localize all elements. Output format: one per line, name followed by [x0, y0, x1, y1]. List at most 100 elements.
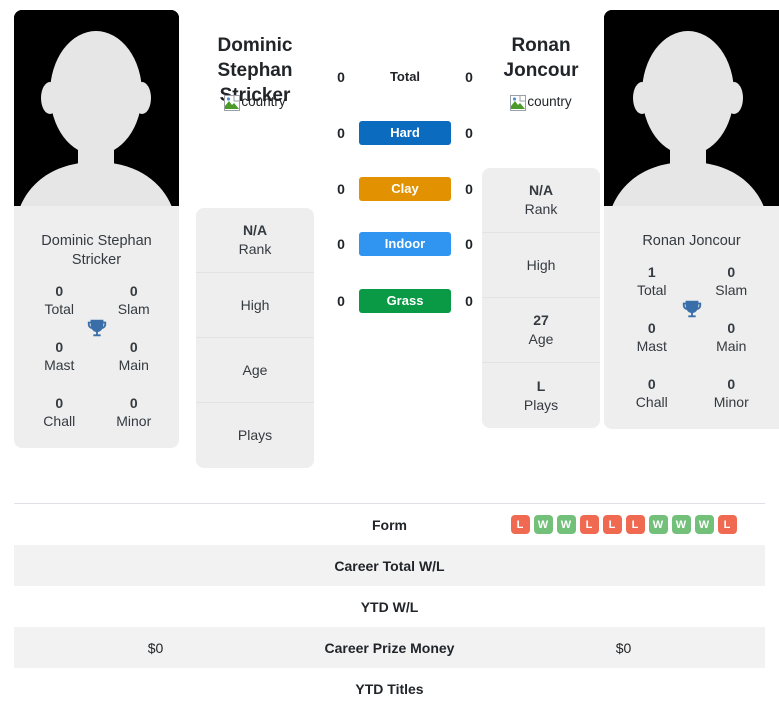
table-cell-right [482, 668, 765, 709]
person-silhouette-icon [14, 10, 179, 222]
title-value: 0 [727, 264, 736, 280]
title-label: Mast [44, 357, 75, 373]
player-avatar-right [604, 10, 779, 222]
title-label: Slam [715, 282, 748, 298]
info-row-high: High [482, 233, 600, 298]
player-card-name-left: Dominic Stephan Stricker [41, 233, 152, 268]
player-card-right[interactable]: Ronan Joncour 1 Total 0 Slam 0 Mast 0 Ma… [604, 10, 779, 429]
title-label: Total [44, 301, 75, 317]
broken-image-icon [224, 95, 241, 111]
form-badge-l: L [625, 515, 645, 534]
h2h-score-right: 0 [465, 293, 473, 309]
form-badge-l: L [717, 515, 737, 534]
info-label: Rank [524, 201, 558, 217]
table-row-ytd-titles: YTD Titles [14, 668, 765, 709]
title-value: 0 [727, 376, 736, 392]
title-value: 0 [55, 395, 64, 411]
player-header-name-right: Ronan Joncour [503, 35, 579, 81]
title-label: Minor [713, 394, 749, 410]
info-row-rank: N/A Rank [196, 208, 314, 273]
form-badge-w: W [648, 515, 668, 534]
h2h-score-left: 0 [337, 293, 345, 309]
player-card-name-right: Ronan Joncour [642, 233, 741, 249]
form-badge-l: L [602, 515, 622, 534]
h2h-score-left: 0 [337, 181, 345, 197]
h2h-score-right: 0 [465, 236, 473, 252]
h2h-score-left: 0 [337, 69, 345, 85]
form-badge-list: LWWLLLWWWL [510, 515, 737, 534]
h2h-surface-badge-indoor[interactable]: Indoor [359, 232, 451, 256]
h2h-surface-badge-clay[interactable]: Clay [359, 177, 451, 201]
info-value: N/A [242, 222, 268, 238]
title-stat: 0 Slam [97, 282, 172, 318]
table-cell-left [14, 668, 297, 709]
info-label: Plays [523, 396, 559, 413]
title-stat: 0 Minor [692, 375, 772, 411]
h2h-row-indoor[interactable]: 0 Indoor 0 [330, 232, 480, 256]
form-badge-w: W [694, 515, 714, 534]
h2h-score-right: 0 [465, 181, 473, 197]
table-cell-left [14, 545, 297, 586]
title-label: Slam [117, 301, 150, 317]
table-cell-right [482, 586, 765, 627]
h2h-score-left: 0 [337, 125, 345, 141]
table-cell-right [482, 545, 765, 586]
player-card-left[interactable]: Dominic Stephan Stricker 0 Total 0 Slam … [14, 10, 179, 448]
h2h-row-grass[interactable]: 0 Grass 0 [330, 289, 480, 313]
h2h-row-hard[interactable]: 0 Hard 0 [330, 121, 480, 145]
info-row-plays: L Plays [482, 363, 600, 428]
info-label: Age [528, 331, 554, 347]
info-label: High [526, 256, 556, 273]
title-stat: 0 Mast [22, 338, 97, 374]
broken-image-icon [510, 95, 527, 111]
table-row-form: Form LWWLLLWWWL [14, 504, 765, 545]
title-value: 1 [647, 264, 656, 280]
form-badge-w: W [556, 515, 576, 534]
title-label: Mast [636, 338, 667, 354]
title-label: Chall [43, 413, 76, 429]
title-value: 0 [129, 339, 138, 355]
title-label: Main [118, 357, 149, 373]
title-value: 0 [129, 395, 138, 411]
form-badge-w: W [533, 515, 553, 534]
title-value: 0 [647, 320, 656, 336]
title-stat: 0 Main [97, 338, 172, 374]
h2h-surface-badge-grass[interactable]: Grass [359, 289, 451, 313]
country-flag-alt-text: country [527, 93, 572, 109]
info-card-right: N/A Rank High 27 Age L Plays [482, 168, 600, 428]
info-label: Rank [238, 241, 272, 257]
table-row-label: YTD Titles [355, 680, 424, 697]
country-flag-right: country [478, 93, 604, 111]
country-flag-left: country [183, 93, 327, 111]
title-label: Minor [116, 413, 152, 429]
h2h-surface-label: Total [389, 69, 421, 84]
title-stat: 0 Total [22, 282, 97, 318]
form-badge-w: W [671, 515, 691, 534]
title-stat: 1 Total [612, 263, 692, 299]
form-badge-l: L [510, 515, 530, 534]
titles-grid-right: 1 Total 0 Slam 0 Mast 0 Main 0 Chall 0 M… [604, 263, 779, 429]
titles-grid-left: 0 Total 0 Slam 0 Mast 0 Main 0 Chall 0 M… [14, 282, 179, 448]
h2h-row-clay[interactable]: 0 Clay 0 [330, 177, 480, 201]
title-stat: 0 Mast [612, 319, 692, 355]
info-card-left: N/A Rank High Age Plays [196, 208, 314, 468]
info-value: N/A [528, 182, 554, 198]
h2h-row-total: 0 Total 0 [330, 65, 480, 89]
title-value: 0 [647, 376, 656, 392]
comparison-table: Form LWWLLLWWWL Career Total W/L YTD W/L… [14, 504, 765, 709]
info-label: Age [242, 361, 268, 378]
h2h-comparison-page: Dominic Stephan Stricker 0 Total 0 Slam … [0, 0, 779, 719]
form-badge-l: L [579, 515, 599, 534]
title-label: Chall [635, 394, 668, 410]
title-label: Total [636, 282, 667, 298]
info-value: 27 [533, 312, 549, 328]
title-stat: 0 Chall [22, 394, 97, 430]
h2h-surface-badge-hard[interactable]: Hard [359, 121, 451, 145]
table-cell-right: $0 [615, 639, 632, 656]
title-stat: 0 Slam [692, 263, 772, 299]
country-flag-alt-text: country [241, 93, 286, 109]
person-silhouette-icon [604, 10, 779, 222]
table-cell-left: $0 [147, 639, 164, 656]
title-value: 0 [55, 339, 64, 355]
trophy-icon [681, 298, 703, 320]
